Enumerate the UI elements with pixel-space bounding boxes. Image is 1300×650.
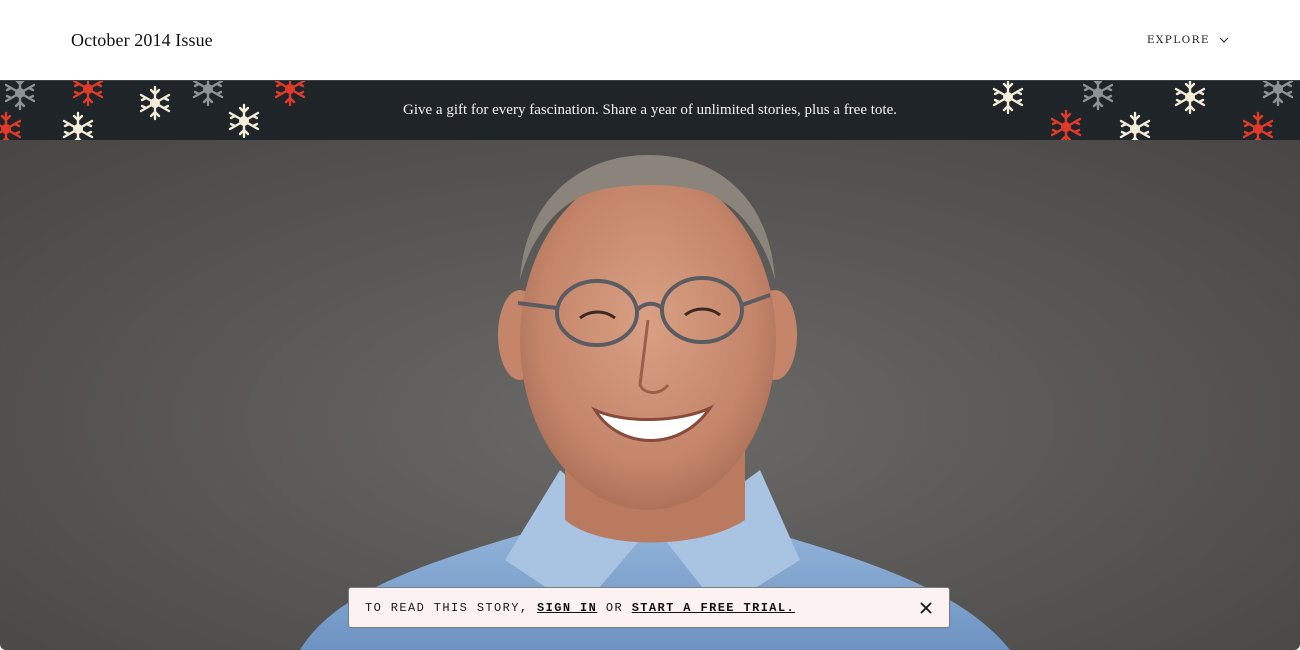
close-icon[interactable]: [919, 601, 933, 615]
promo-text[interactable]: Give a gift for every fascination. Share…: [0, 102, 1300, 119]
site-header: October 2014 Issue EXPLORE: [0, 0, 1300, 80]
gift-promo-banner[interactable]: Give a gift for every fascination. Share…: [0, 80, 1300, 140]
free-trial-link[interactable]: START A FREE TRIAL.: [632, 601, 795, 615]
chevron-down-icon: [1219, 37, 1229, 43]
explore-label: EXPLORE: [1146, 34, 1210, 46]
paywall-prefix: TO READ THIS STORY,: [365, 600, 529, 615]
paywall-or: OR: [605, 600, 624, 615]
explore-menu-button[interactable]: EXPLORE: [1147, 34, 1229, 46]
paywall-message: TO READ THIS STORY, SIGN IN OR START A F…: [365, 601, 919, 615]
portrait-photo: [300, 155, 1010, 650]
issue-title[interactable]: October 2014 Issue: [71, 30, 213, 51]
paywall-notice: TO READ THIS STORY, SIGN IN OR START A F…: [348, 587, 950, 628]
sign-in-link[interactable]: SIGN IN: [537, 601, 597, 615]
hero-portrait-image: [0, 140, 1300, 650]
